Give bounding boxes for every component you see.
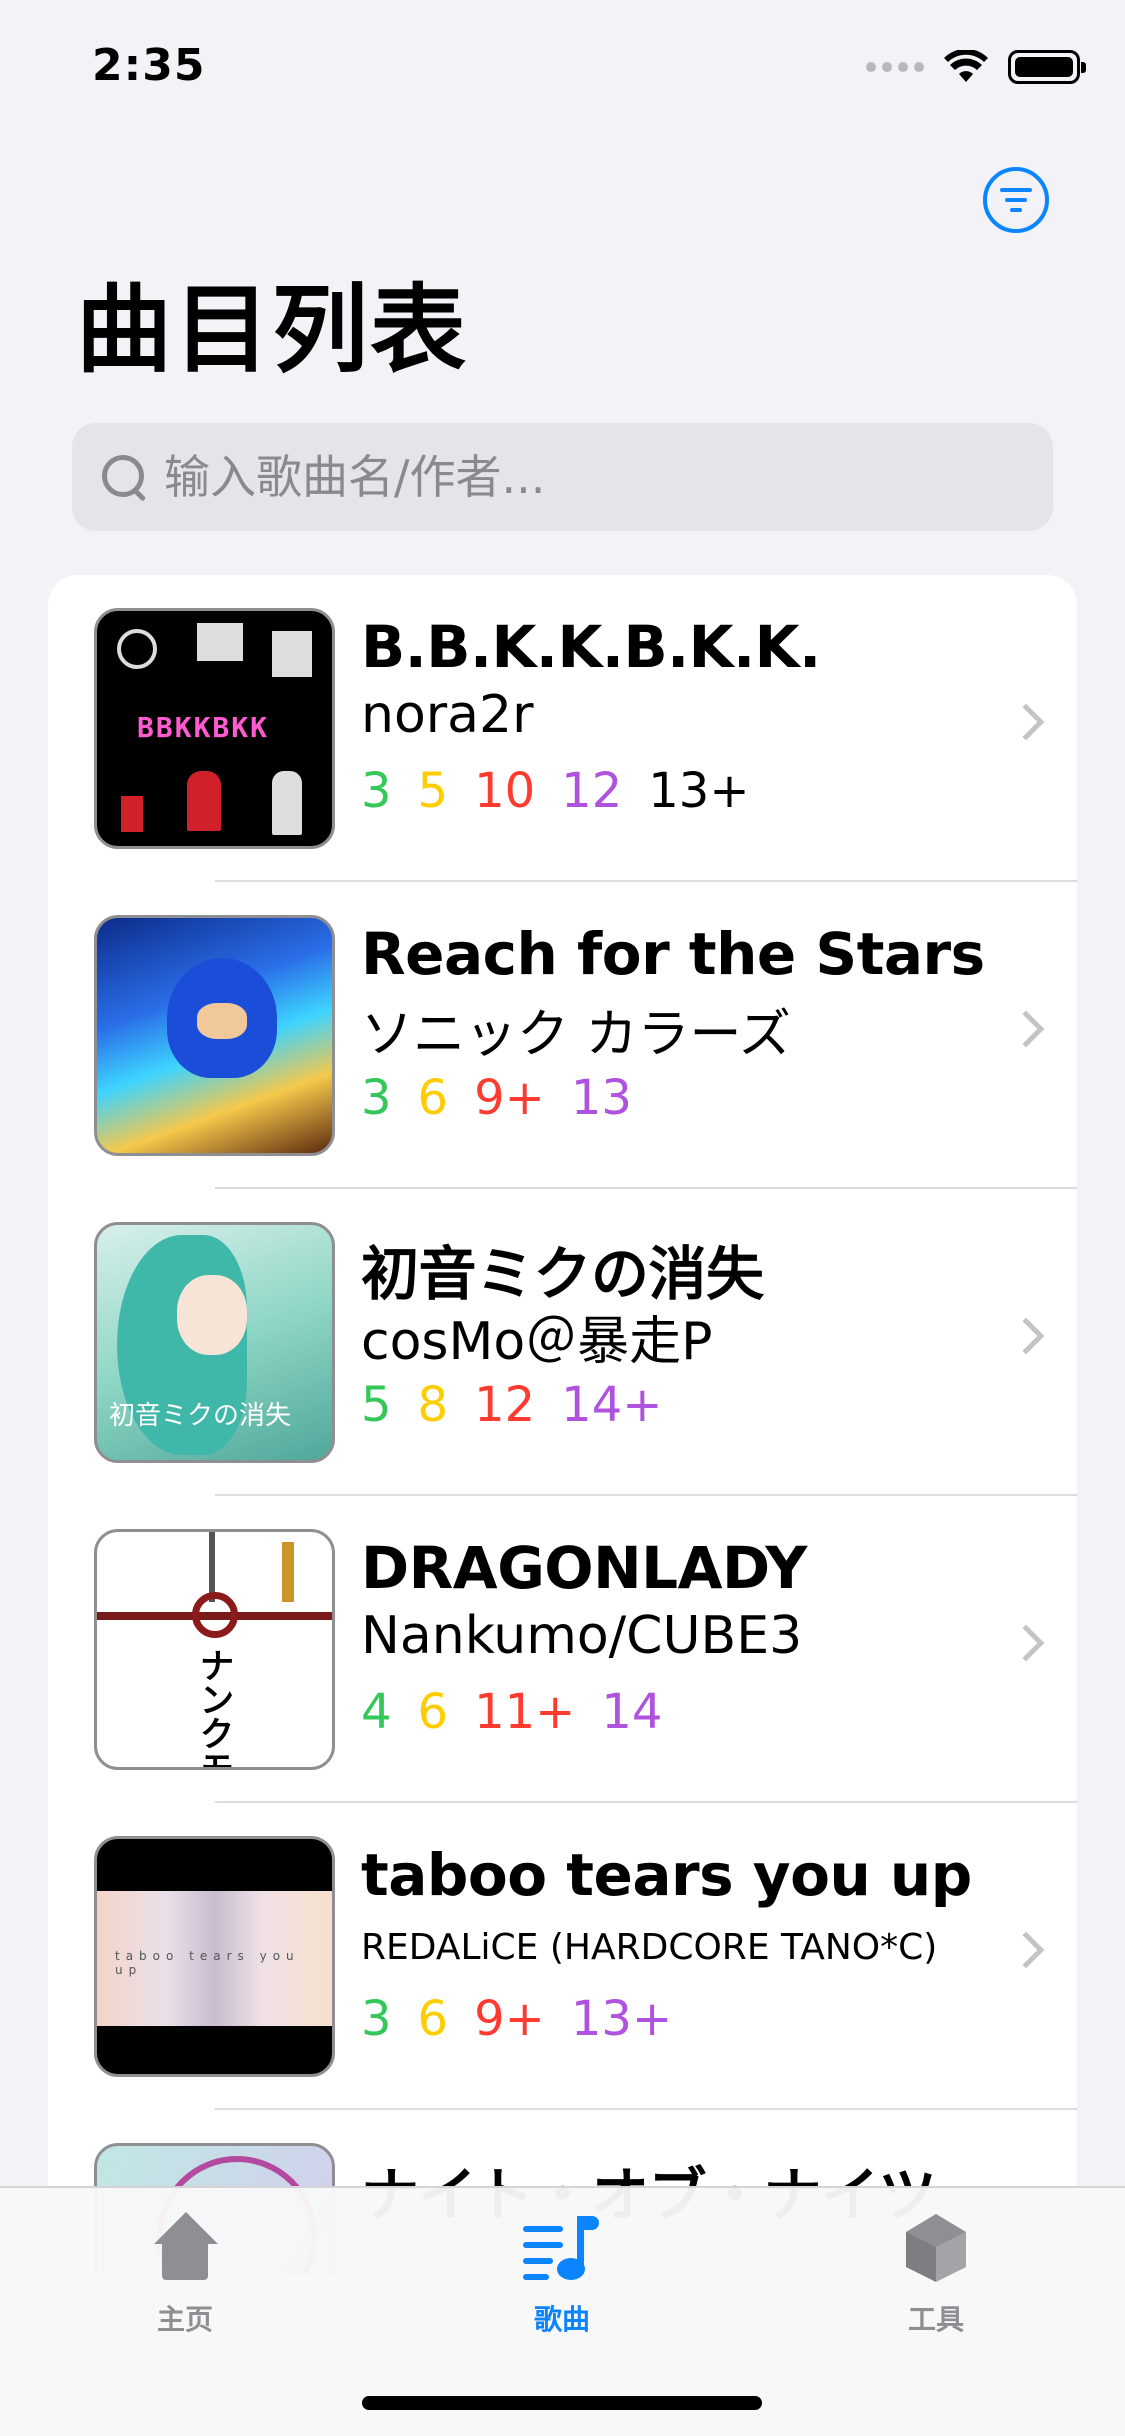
- song-artist: REDALiCE (HARDCORE TANO*C): [361, 1927, 938, 1968]
- song-cover-image: BBKKBKK: [94, 608, 335, 849]
- app-screen: 2:35 曲目列表 BBKKBKK: [0, 0, 1125, 2436]
- cellular-signal-icon: [866, 62, 924, 72]
- search-input[interactable]: [164, 450, 1024, 504]
- search-icon: [96, 449, 152, 505]
- search-bar[interactable]: [72, 423, 1053, 531]
- level-master: 14+: [561, 1377, 663, 1433]
- chevron-right-icon: [1007, 1624, 1045, 1662]
- tab-label: 主页: [156, 2303, 213, 2336]
- level-expert: 11+: [474, 1684, 576, 1740]
- song-title: DRAGONLADY: [361, 1534, 807, 1602]
- song-list: BBKKBKK B.B.K.K.B.K.K. nora2r 3 5 10 12 …: [48, 575, 1077, 2275]
- chevron-right-icon: [1007, 1317, 1045, 1355]
- song-cover-image: taboo tears you up: [94, 1836, 335, 2077]
- difficulty-levels: 4 6 11+ 14: [361, 1684, 662, 1740]
- song-cover-image: 初音ミクの消失: [94, 1222, 335, 1463]
- song-cover-image: ナンクモ: [94, 1529, 335, 1770]
- song-title: B.B.K.K.B.K.K.: [361, 613, 821, 681]
- level-expert: 9+: [474, 1070, 545, 1126]
- level-master: 14: [601, 1684, 663, 1740]
- song-artist: nora2r: [361, 685, 534, 745]
- level-advanced: 6: [417, 1684, 449, 1740]
- song-row[interactable]: ナンクモ DRAGONLADY Nankumo/CUBE3 4 6 11+ 14: [48, 1496, 1077, 1803]
- level-expert: 10: [474, 763, 536, 819]
- filter-button[interactable]: [983, 167, 1049, 233]
- page-title: 曲目列表: [76, 274, 468, 386]
- level-expert: 9+: [474, 1991, 545, 2047]
- song-artist: Nankumo/CUBE3: [361, 1606, 803, 1666]
- chevron-right-icon: [1007, 1931, 1045, 1969]
- status-time: 2:35: [92, 40, 206, 91]
- difficulty-levels: 3 6 9+ 13: [361, 1070, 632, 1126]
- level-advanced: 8: [417, 1377, 449, 1433]
- level-basic: 3: [361, 1070, 392, 1126]
- tab-songs[interactable]: 歌曲: [462, 2210, 662, 2338]
- chevron-right-icon: [1007, 1010, 1045, 1048]
- song-row[interactable]: taboo tears you up taboo tears you up RE…: [48, 1803, 1077, 2110]
- wifi-icon: [944, 50, 988, 82]
- song-row[interactable]: 初音ミクの消失 初音ミクの消失 cosMo＠暴走P 5 8 12 14+: [48, 1189, 1077, 1496]
- level-advanced: 6: [417, 1070, 449, 1126]
- status-bar: 2:35: [0, 0, 1125, 140]
- level-basic: 4: [361, 1684, 392, 1740]
- song-artist: ソニック カラーズ: [361, 1005, 791, 1065]
- song-title: Reach for the Stars: [361, 920, 985, 988]
- level-advanced: 5: [417, 763, 449, 819]
- level-basic: 3: [361, 1991, 392, 2047]
- level-master: 13: [570, 1070, 632, 1126]
- home-indicator: [362, 2396, 762, 2410]
- status-icons: [866, 50, 1086, 84]
- song-cover-image: [94, 915, 335, 1156]
- level-remaster: 13+: [648, 763, 750, 819]
- level-expert: 12: [474, 1377, 536, 1433]
- level-master: 13+: [570, 1991, 673, 2047]
- difficulty-levels: 5 8 12 14+: [361, 1377, 662, 1433]
- song-artist: cosMo＠暴走P: [361, 1312, 713, 1372]
- tab-label: 工具: [907, 2303, 964, 2336]
- tab-tools[interactable]: 工具: [836, 2210, 1036, 2338]
- level-advanced: 6: [417, 1991, 449, 2047]
- level-basic: 3: [361, 763, 392, 819]
- tab-label: 歌曲: [533, 2303, 590, 2336]
- difficulty-levels: 3 6 9+ 13+: [361, 1991, 672, 2047]
- level-basic: 5: [361, 1377, 392, 1433]
- music-list-icon: [517, 2210, 607, 2290]
- difficulty-levels: 3 5 10 12 13+: [361, 763, 750, 819]
- battery-icon: [1008, 50, 1086, 84]
- box-icon: [891, 2210, 981, 2290]
- tab-home[interactable]: 主页: [85, 2210, 285, 2338]
- song-row[interactable]: Reach for the Stars ソニック カラーズ 3 6 9+ 13: [48, 882, 1077, 1189]
- level-master: 12: [561, 763, 623, 819]
- chevron-right-icon: [1007, 703, 1045, 741]
- song-title: taboo tears you up: [361, 1841, 972, 1909]
- home-icon: [140, 2210, 230, 2290]
- song-row[interactable]: BBKKBKK B.B.K.K.B.K.K. nora2r 3 5 10 12 …: [48, 575, 1077, 882]
